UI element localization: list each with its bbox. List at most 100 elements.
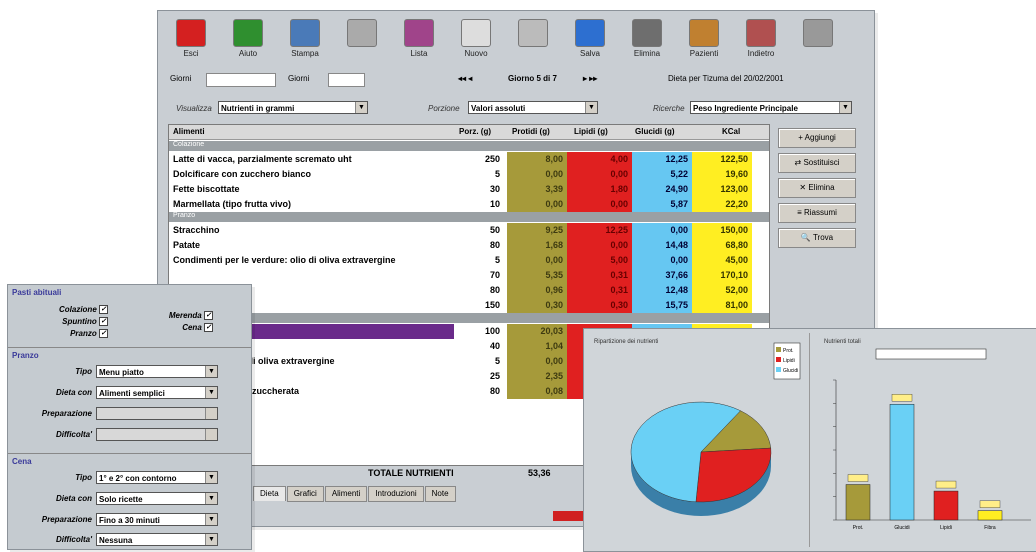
delete-button[interactable]: ✕ Elimina xyxy=(778,178,856,198)
table-row[interactable]: Stracchino 50 9,25 12,25 0,00 150,00 xyxy=(169,223,769,238)
chevron-down-icon: ▼ xyxy=(205,514,217,525)
glucid-cell: 0,00 xyxy=(632,223,692,238)
portion-cell: 5 xyxy=(494,356,500,366)
colazione-check[interactable]: Colazione ✓ xyxy=(28,305,108,315)
day-indicator: Giorno 5 di 7 xyxy=(508,74,557,83)
cena-diff-select[interactable]: Nessuna ▼ xyxy=(96,533,218,546)
help-icon xyxy=(233,19,263,47)
days-field[interactable] xyxy=(328,73,365,87)
misc-button[interactable] xyxy=(795,15,841,69)
cena-diff-label: Difficolta' xyxy=(56,535,92,544)
lipid-cell: 0,00 xyxy=(567,238,632,253)
header-protidi: Protidi (g) xyxy=(512,127,550,136)
lipid-cell: 0,31 xyxy=(567,268,632,283)
food-name: Marmellata (tipo frutta vivo) xyxy=(173,199,292,209)
table-row[interactable]: Fette biscottate 30 3,39 1,80 24,90 123,00 xyxy=(169,182,769,197)
new-label: Nuovo xyxy=(464,49,488,58)
cena-check[interactable]: Cena ✓ xyxy=(128,323,213,333)
chevron-down-icon: ▼ xyxy=(205,493,217,504)
bar-value-label xyxy=(847,474,869,482)
find-button[interactable]: 🔍 Trova xyxy=(778,228,856,248)
cena-prep-value: Fino a 30 minuti xyxy=(99,516,160,525)
table-row[interactable]: Patate 80 1,68 0,00 14,48 68,80 xyxy=(169,238,769,253)
pranzo-dieta-select[interactable]: Alimenti semplici ▼ xyxy=(96,386,218,399)
portion-cell: 150 xyxy=(484,300,500,310)
add-button[interactable]: + Aggiungi xyxy=(778,128,856,148)
header-glucidi: Glucidi (g) xyxy=(635,127,675,136)
glucid-cell: 24,90 xyxy=(632,182,692,197)
merenda-check[interactable]: Merenda ✓ xyxy=(128,311,213,321)
print-button[interactable]: Stampa xyxy=(282,15,328,69)
table-row[interactable]: 150 0,30 0,30 15,75 81,00 xyxy=(169,298,769,313)
protein-cell: 3,39 xyxy=(507,182,567,197)
chevron-down-icon: ▼ xyxy=(205,472,217,483)
header-kcal: KCal xyxy=(722,127,741,136)
kcal-cell: 81,00 xyxy=(692,298,752,313)
delete-label: Elimina xyxy=(633,49,661,58)
back-button[interactable]: Indietro xyxy=(738,15,784,69)
chart-divider xyxy=(809,333,810,547)
cena-tipo-select[interactable]: 1° e 2° con contorno ▼ xyxy=(96,471,218,484)
porzione-value: Valori assoluti xyxy=(471,104,526,113)
nav-next-button[interactable]: ▸ ▸▸ xyxy=(583,74,597,83)
tab-bar: Dieta Grafici Alimenti Introduzioni Note xyxy=(253,486,457,502)
pranzo-dieta-value: Alimenti semplici xyxy=(99,389,165,398)
exit-button[interactable]: Esci xyxy=(168,15,214,69)
cena-dieta-value: Solo ricette xyxy=(99,495,143,504)
pie-legend-label: Lipidi xyxy=(783,358,795,364)
sep1-button[interactable] xyxy=(339,15,385,69)
group-row: Colazione xyxy=(169,141,769,151)
check-icon: ✓ xyxy=(204,323,213,333)
filters-bar: Visualizza Nutrienti in grammi ▼ Porzion… xyxy=(158,95,874,119)
cena-dieta-select[interactable]: Solo ricette ▼ xyxy=(96,492,218,505)
pranzo-diff-label: Difficolta' xyxy=(56,430,92,439)
total-value: 53,36 xyxy=(528,468,551,478)
table-row[interactable]: Marmellata (tipo frutta vivo) 10 0,00 0,00 5… xyxy=(169,197,769,212)
visualizza-select[interactable]: Nutrienti in grammi ▼ xyxy=(218,101,368,114)
cena-prep-select[interactable]: Fino a 30 minuti ▼ xyxy=(96,513,218,526)
pranzo-prep-select[interactable] xyxy=(96,407,218,420)
tab-alimenti[interactable]: Alimenti xyxy=(324,486,368,502)
tab-introduzioni[interactable]: Introduzioni xyxy=(368,486,424,502)
bar-prot xyxy=(845,484,871,521)
table-row[interactable]: 80 0,96 0,31 12,48 52,00 xyxy=(169,283,769,298)
tab-note[interactable]: Note xyxy=(424,486,456,502)
delete-icon xyxy=(632,19,662,47)
table-row[interactable]: Condimenti per le verdure: olio di oliva… xyxy=(169,253,769,268)
summary-button[interactable]: ≡ Riassumi xyxy=(778,203,856,223)
nav-first-button[interactable]: ◂◂ ◂ xyxy=(458,74,472,83)
portion-cell: 25 xyxy=(489,371,500,381)
pranzo-tipo-select[interactable]: Menu piatto ▼ xyxy=(96,365,218,378)
visualizza-label: Visualizza xyxy=(176,104,212,113)
help-button[interactable]: Aiuto xyxy=(225,15,271,69)
pranzo-prep-label: Preparazione xyxy=(41,409,92,418)
pie-legend-swatch xyxy=(776,367,781,372)
table-row[interactable]: Dolcificare con zucchero bianco 5 0,00 0,00… xyxy=(169,167,769,182)
kcal-cell: 52,00 xyxy=(692,283,752,298)
save-button[interactable]: Salva xyxy=(567,15,613,69)
delete-label: Elimina xyxy=(808,183,835,192)
pranzo-check-label: Pranzo xyxy=(70,329,97,338)
lipid-cell: 0,00 xyxy=(567,167,632,182)
porzione-label: Porzione xyxy=(428,104,460,113)
porzione-select[interactable]: Valori assoluti ▼ xyxy=(468,101,598,114)
tab-dieta[interactable]: Dieta xyxy=(253,486,286,501)
pranzo-check[interactable]: Pranzo ✓ xyxy=(28,329,108,339)
ricerca-select[interactable]: Peso Ingrediente Principale ▼ xyxy=(690,101,852,114)
sep1-icon xyxy=(347,19,377,47)
patients-button[interactable]: Pazienti xyxy=(681,15,727,69)
pranzo-diff-select[interactable] xyxy=(96,428,218,441)
new-button[interactable]: Nuovo xyxy=(453,15,499,69)
blank-button[interactable] xyxy=(510,15,556,69)
table-row[interactable]: 70 5,35 0,31 37,66 170,10 xyxy=(169,268,769,283)
delete-button[interactable]: Elimina xyxy=(624,15,670,69)
tab-grafici[interactable]: Grafici xyxy=(286,486,324,502)
pie-legend: Prot. Lipidi Glucidi xyxy=(773,342,801,380)
table-row[interactable]: Latte di vacca, parzialmente scremato uh… xyxy=(169,152,769,167)
replace-button[interactable]: ⇄ Sostituisci xyxy=(778,153,856,173)
list-button[interactable]: Lista xyxy=(396,15,442,69)
spuntino-check[interactable]: Spuntino ✓ xyxy=(28,317,108,327)
portion-cell: 30 xyxy=(489,184,500,194)
days-combo[interactable] xyxy=(206,73,276,87)
replace-label: Sostituisci xyxy=(803,158,840,167)
